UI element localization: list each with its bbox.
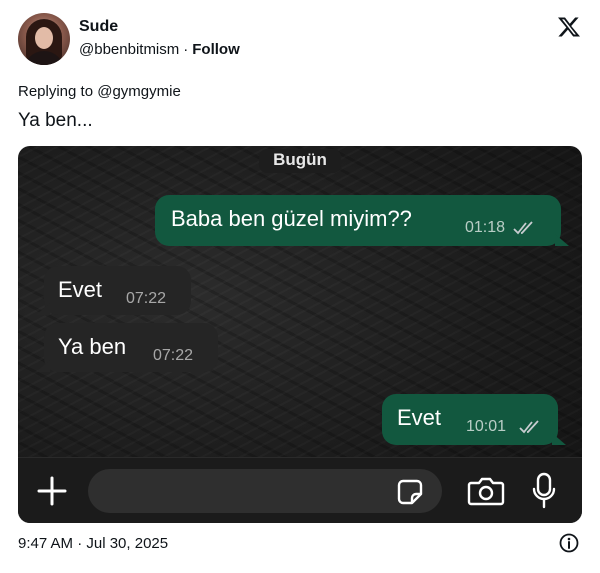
author-name[interactable]: Sude [79, 18, 118, 36]
microphone-icon[interactable] [531, 472, 557, 510]
camera-icon[interactable] [467, 476, 505, 506]
message-input[interactable] [88, 469, 442, 513]
chat-message-outgoing[interactable]: Evet 10:01 [382, 394, 566, 445]
message-text: Evet [397, 405, 442, 430]
tweet-text: Ya ben... [18, 110, 93, 131]
avatar-face [35, 27, 53, 49]
avatar[interactable] [18, 13, 70, 65]
message-text: Baba ben güzel miyim?? [171, 206, 412, 231]
x-logo-icon[interactable] [557, 15, 581, 39]
chat-message-outgoing[interactable]: Baba ben güzel miyim?? 01:18 [155, 195, 569, 246]
message-time: 01:18 [465, 219, 506, 236]
tweet-card: Sude @bbenbitmism · Follow Replying to @gy… [0, 0, 600, 573]
chat-input-bar [18, 457, 582, 523]
message-time: 07:22 [126, 290, 167, 307]
author-handle-row: @bbenbitmism · Follow [79, 41, 240, 58]
message-text: Evet [58, 277, 103, 302]
chat-message-incoming[interactable]: Evet 07:22 [36, 266, 191, 315]
sticker-icon[interactable] [396, 478, 424, 506]
replying-to[interactable]: Replying to @gymgymie [18, 83, 181, 100]
chat-date-label: Bugün [259, 149, 341, 173]
message-time: 10:01 [466, 418, 507, 435]
author-handle[interactable]: @bbenbitmism [79, 41, 179, 58]
double-check-icon [513, 221, 533, 235]
tweet-timestamp[interactable]: 9:47 AM · Jul 30, 2025 [18, 535, 168, 552]
message-text: Ya ben [58, 334, 127, 359]
info-icon[interactable] [559, 533, 579, 553]
plus-icon[interactable] [36, 475, 68, 507]
double-check-icon [519, 420, 539, 434]
chat-screenshot[interactable]: Bugün Baba ben güzel miyim?? 01:18 Evet … [18, 146, 582, 523]
chat-message-incoming[interactable]: Ya ben 07:22 [36, 323, 218, 372]
message-time: 07:22 [153, 347, 194, 364]
handle-separator: · [183, 41, 189, 58]
follow-button[interactable]: Follow [192, 41, 240, 58]
